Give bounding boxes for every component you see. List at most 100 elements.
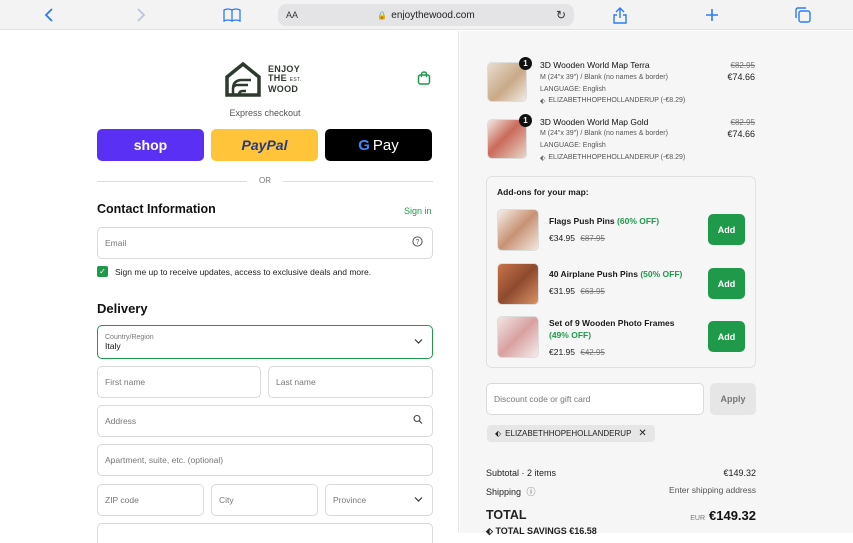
addon-name-text: 40 Airplane Push Pins	[549, 269, 638, 279]
email-field[interactable]: Email ?	[97, 227, 433, 259]
first-name-placeholder: First name	[105, 377, 146, 387]
addon-off: (50% OFF)	[640, 269, 683, 279]
google-pay-button[interactable]: G Pay	[325, 129, 432, 161]
svg-text:?: ?	[416, 239, 420, 246]
addon-name-text: Set of 9 Wooden Photo Frames	[549, 318, 675, 328]
or-divider: OR	[97, 176, 433, 185]
city-field[interactable]: City	[211, 484, 318, 516]
apply-button[interactable]: Apply	[710, 383, 756, 415]
tag-icon: ⬖	[495, 429, 502, 438]
addon-price: €21.95 €42.95	[549, 347, 605, 357]
province-select[interactable]: Province	[325, 484, 433, 516]
paypal-label: PayPal	[241, 137, 288, 153]
add-button[interactable]: Add	[708, 321, 745, 352]
addon-name-text: Flags Push Pins	[549, 216, 615, 226]
zip-field[interactable]: ZIP code	[97, 484, 204, 516]
help-icon[interactable]: ?	[412, 236, 423, 250]
address-placeholder: Address	[105, 416, 137, 426]
url-text: enjoythewood.com	[391, 9, 475, 21]
add-button[interactable]: Add	[708, 214, 745, 245]
product-language: LANGUAGE: English	[540, 86, 606, 93]
add-button[interactable]: Add	[708, 268, 745, 299]
tabs-icon[interactable]	[793, 5, 813, 25]
paypal-button[interactable]: PayPal	[211, 129, 318, 161]
address-field[interactable]: Address	[97, 405, 433, 437]
product-discount: ⬖ ELIZABETHHOPEHOLLANDERUP (-€8.29)	[540, 97, 685, 105]
country-select[interactable]: Country/Region Italy	[97, 325, 433, 359]
shop-pay-label: shop	[133, 137, 168, 153]
phone-field[interactable]	[97, 523, 433, 543]
addon-old-price: €87.95	[580, 234, 605, 243]
product-language: LANGUAGE: English	[540, 142, 606, 149]
google-g-icon: G	[358, 136, 370, 154]
quantity-badge: 1	[519, 114, 532, 127]
cart-bag-icon[interactable]	[417, 71, 431, 90]
product-variant: M (24"x 39") / Blank (no names & border)	[540, 74, 668, 81]
email-placeholder: Email	[105, 238, 127, 248]
logo-house-icon	[225, 61, 261, 97]
addon-thumbnail	[497, 209, 539, 251]
search-icon	[413, 414, 423, 428]
tag-icon: ⬖	[486, 526, 493, 536]
applied-code-text: ELIZABETHHOPEHOLLANDERUP	[505, 429, 632, 438]
reader-aa-button[interactable]: AA	[286, 10, 298, 20]
brand-line-3: WOOD	[268, 83, 299, 94]
delivery-title: Delivery	[97, 301, 148, 316]
apartment-field[interactable]: Apartment, suite, etc. (optional)	[97, 444, 433, 476]
brand-est: EST.	[289, 76, 302, 83]
addon-thumbnail	[497, 316, 539, 358]
savings-label: TOTAL SAVINGS €16.58	[495, 526, 597, 536]
share-icon[interactable]	[610, 5, 630, 25]
checkout-form-panel: ENJOY THE EST. WOOD Express checkout sho…	[0, 31, 459, 543]
bookmarks-icon[interactable]	[222, 5, 242, 25]
discount-placeholder: Discount code or gift card	[494, 394, 591, 404]
chevron-down-icon	[414, 495, 423, 506]
old-price: €82.95	[730, 118, 755, 127]
contact-title: Contact Information	[97, 202, 216, 216]
addon-thumbnail	[497, 263, 539, 305]
total-value: €149.32	[709, 508, 756, 523]
quantity-badge: 1	[519, 57, 532, 70]
lock-icon: 🔒	[377, 10, 388, 20]
addon-name: Flags Push Pins (60% OFF)	[549, 216, 659, 226]
or-label: OR	[259, 176, 271, 185]
addon-off: (60% OFF)	[617, 216, 660, 226]
discount-code-field[interactable]: Discount code or gift card	[486, 383, 704, 415]
newsletter-checkbox[interactable]: ✓	[97, 266, 108, 277]
reload-icon[interactable]: ↻	[556, 8, 566, 22]
addon-price: €34.95 €87.95	[549, 233, 605, 243]
addons-title: Add-ons for your map:	[497, 187, 589, 197]
addon-old-price: €42.95	[580, 348, 605, 357]
brand-logo[interactable]: ENJOY THE EST. WOOD	[224, 59, 314, 99]
subtotal-label: Subtotal · 2 items	[486, 468, 557, 478]
currency-label: EUR	[690, 515, 705, 522]
brand-line-2: THE	[268, 72, 287, 83]
browser-toolbar: AA 🔒 enjoythewood.com ↻	[0, 0, 853, 30]
newsletter-label: Sign me up to receive updates, access to…	[115, 267, 372, 277]
first-name-field[interactable]: First name	[97, 366, 261, 398]
express-checkout-label: Express checkout	[229, 108, 301, 118]
addon-price-text: €21.95	[549, 347, 575, 357]
new-tab-icon[interactable]	[702, 5, 722, 25]
google-pay-label: Pay	[372, 136, 399, 154]
back-icon[interactable]	[40, 5, 58, 25]
remove-discount-icon[interactable]: ✕	[638, 428, 646, 439]
addon-old-price: €63.95	[580, 287, 605, 296]
brand-name: ENJOY THE EST. WOOD	[268, 64, 302, 94]
addon-name: Set of 9 Wooden Photo Frames (49% OFF)	[549, 317, 699, 341]
last-name-placeholder: Last name	[276, 377, 316, 387]
country-label: Country/Region	[105, 333, 154, 341]
forward-icon[interactable]	[132, 5, 150, 25]
sign-in-link[interactable]: Sign in	[404, 206, 432, 216]
address-bar[interactable]: AA 🔒 enjoythewood.com ↻	[278, 4, 574, 26]
tag-icon: ⬖	[540, 155, 546, 162]
last-name-field[interactable]: Last name	[268, 366, 433, 398]
province-placeholder: Province	[333, 495, 367, 505]
subtotal-value: €149.32	[723, 468, 756, 478]
shop-pay-button[interactable]: shop	[97, 129, 204, 161]
help-icon[interactable]: ⓘ	[527, 487, 536, 497]
product-discount-text: ELIZABETHHOPEHOLLANDERUP (-€8.29)	[548, 154, 686, 161]
shipping-row: Shipping ⓘ Enter shipping address	[486, 485, 756, 498]
subtotal-row: Subtotal · 2 items €149.32	[486, 468, 756, 478]
product-title: 3D Wooden World Map Terra	[540, 60, 650, 70]
